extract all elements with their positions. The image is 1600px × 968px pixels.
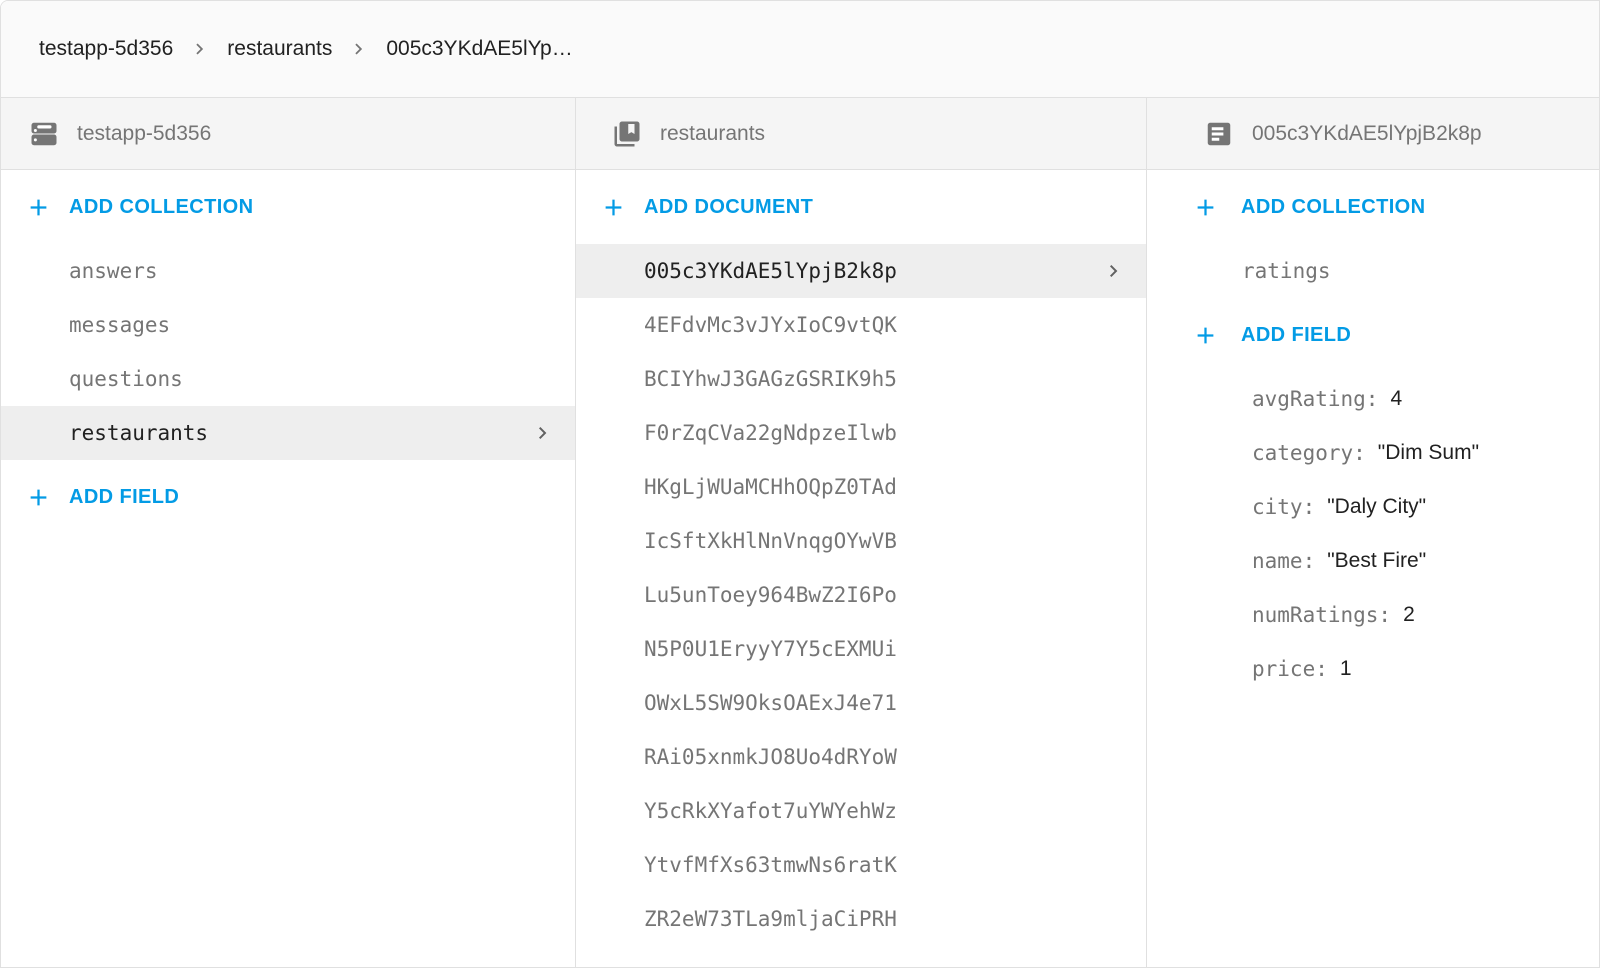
chevron-right-icon <box>348 38 370 60</box>
document-item[interactable]: Lu5unToey964BwZ2I6Po <box>576 568 1146 622</box>
panel-container: testapp-5d356 ADD COLLECTION answers mes… <box>1 98 1599 967</box>
field-name: city: <box>1252 495 1315 519</box>
database-panel: testapp-5d356 ADD COLLECTION answers mes… <box>1 98 576 967</box>
collection-item-answers[interactable]: answers <box>1 244 575 298</box>
collection-list: answers messages questions restaurants <box>1 244 575 460</box>
document-panel: 005c3YKdAE5lYpjB2k8p ADD COLLECTION rati… <box>1147 98 1599 967</box>
document-title: 005c3YKdAE5lYpjB2k8p <box>1252 122 1482 146</box>
firestore-data-viewer: testapp-5d356 restaurants 005c3YKdAE5lYp… <box>0 0 1600 968</box>
document-item[interactable]: Y5cRkXYafot7uYWYehWz <box>576 784 1146 838</box>
field-value[interactable]: 1 <box>1340 657 1352 681</box>
collection-panel: restaurants ADD DOCUMENT 005c3YKdAE5lYpj… <box>576 98 1147 967</box>
add-collection-button[interactable]: ADD COLLECTION <box>1 180 575 234</box>
field-value[interactable]: "Daly City" <box>1327 495 1426 519</box>
field-row-name[interactable]: name: "Best Fire" <box>1147 534 1599 588</box>
chevron-right-icon <box>189 38 211 60</box>
document-item[interactable]: 4EFdvMc3vJYxIoC9vtQK <box>576 298 1146 352</box>
document-item[interactable]: 005c3YKdAE5lYpjB2k8p <box>576 244 1146 298</box>
collection-item-questions[interactable]: questions <box>1 352 575 406</box>
breadcrumb-item-database[interactable]: testapp-5d356 <box>39 37 173 61</box>
plus-icon <box>600 194 627 221</box>
plus-icon <box>1192 322 1219 349</box>
document-item[interactable]: IcSftXkHlNnVnqgOYwVB <box>576 514 1146 568</box>
field-row-category[interactable]: category: "Dim Sum" <box>1147 426 1599 480</box>
field-name: name: <box>1252 549 1315 573</box>
document-icon <box>1204 119 1234 149</box>
field-value[interactable]: 2 <box>1403 603 1415 627</box>
add-field-button[interactable]: ADD FIELD <box>1 470 575 524</box>
field-row-numRatings[interactable]: numRatings: 2 <box>1147 588 1599 642</box>
plus-icon <box>25 484 52 511</box>
subcollection-list: ratings <box>1147 244 1599 298</box>
field-row-price[interactable]: price: 1 <box>1147 642 1599 696</box>
database-icon <box>29 119 59 149</box>
field-list: avgRating: 4 category: "Dim Sum" city: "… <box>1147 372 1599 696</box>
add-collection-button[interactable]: ADD COLLECTION <box>1147 180 1599 234</box>
database-title: testapp-5d356 <box>77 122 211 146</box>
add-field-button[interactable]: ADD FIELD <box>1147 308 1599 362</box>
breadcrumb-item-document: 005c3YKdAE5lYp… <box>386 37 572 61</box>
document-list: 005c3YKdAE5lYpjB2k8p 4EFdvMc3vJYxIoC9vtQ… <box>576 244 1146 946</box>
field-name: avgRating: <box>1252 387 1378 411</box>
document-item[interactable]: OWxL5SW9OksOAExJ4e71 <box>576 676 1146 730</box>
document-item[interactable]: F0rZqCVa22gNdpzeIlwb <box>576 406 1146 460</box>
document-panel-header: 005c3YKdAE5lYpjB2k8p <box>1147 98 1599 170</box>
breadcrumb-item-collection[interactable]: restaurants <box>227 37 332 61</box>
collection-panel-header: restaurants <box>576 98 1146 170</box>
document-item[interactable]: ZR2eW73TLa9mljaCiPRH <box>576 892 1146 946</box>
document-item[interactable]: BCIYhwJ3GAGzGSRIK9h5 <box>576 352 1146 406</box>
field-name: price: <box>1252 657 1328 681</box>
add-document-button[interactable]: ADD DOCUMENT <box>576 180 1146 234</box>
breadcrumb: testapp-5d356 restaurants 005c3YKdAE5lYp… <box>1 1 1599 98</box>
collection-icon <box>612 119 642 149</box>
database-panel-header: testapp-5d356 <box>1 98 575 170</box>
field-value[interactable]: 4 <box>1390 387 1402 411</box>
field-row-city[interactable]: city: "Daly City" <box>1147 480 1599 534</box>
collection-title: restaurants <box>660 122 765 146</box>
chevron-right-icon <box>1102 259 1126 283</box>
plus-icon <box>1192 194 1219 221</box>
document-item[interactable]: N5P0U1EryyY7Y5cEXMUi <box>576 622 1146 676</box>
document-item[interactable]: YtvfMfXs63tmwNs6ratK <box>576 838 1146 892</box>
plus-icon <box>25 194 52 221</box>
field-name: numRatings: <box>1252 603 1391 627</box>
field-row-avgRating[interactable]: avgRating: 4 <box>1147 372 1599 426</box>
field-value[interactable]: "Dim Sum" <box>1378 441 1479 465</box>
chevron-right-icon <box>531 421 555 445</box>
document-item[interactable]: RAi05xnmkJO8Uo4dRYoW <box>576 730 1146 784</box>
collection-item-messages[interactable]: messages <box>1 298 575 352</box>
field-value[interactable]: "Best Fire" <box>1327 549 1426 573</box>
subcollection-item-ratings[interactable]: ratings <box>1147 244 1599 298</box>
collection-item-restaurants[interactable]: restaurants <box>1 406 575 460</box>
document-item[interactable]: HKgLjWUaMCHhOQpZ0TAd <box>576 460 1146 514</box>
field-name: category: <box>1252 441 1366 465</box>
